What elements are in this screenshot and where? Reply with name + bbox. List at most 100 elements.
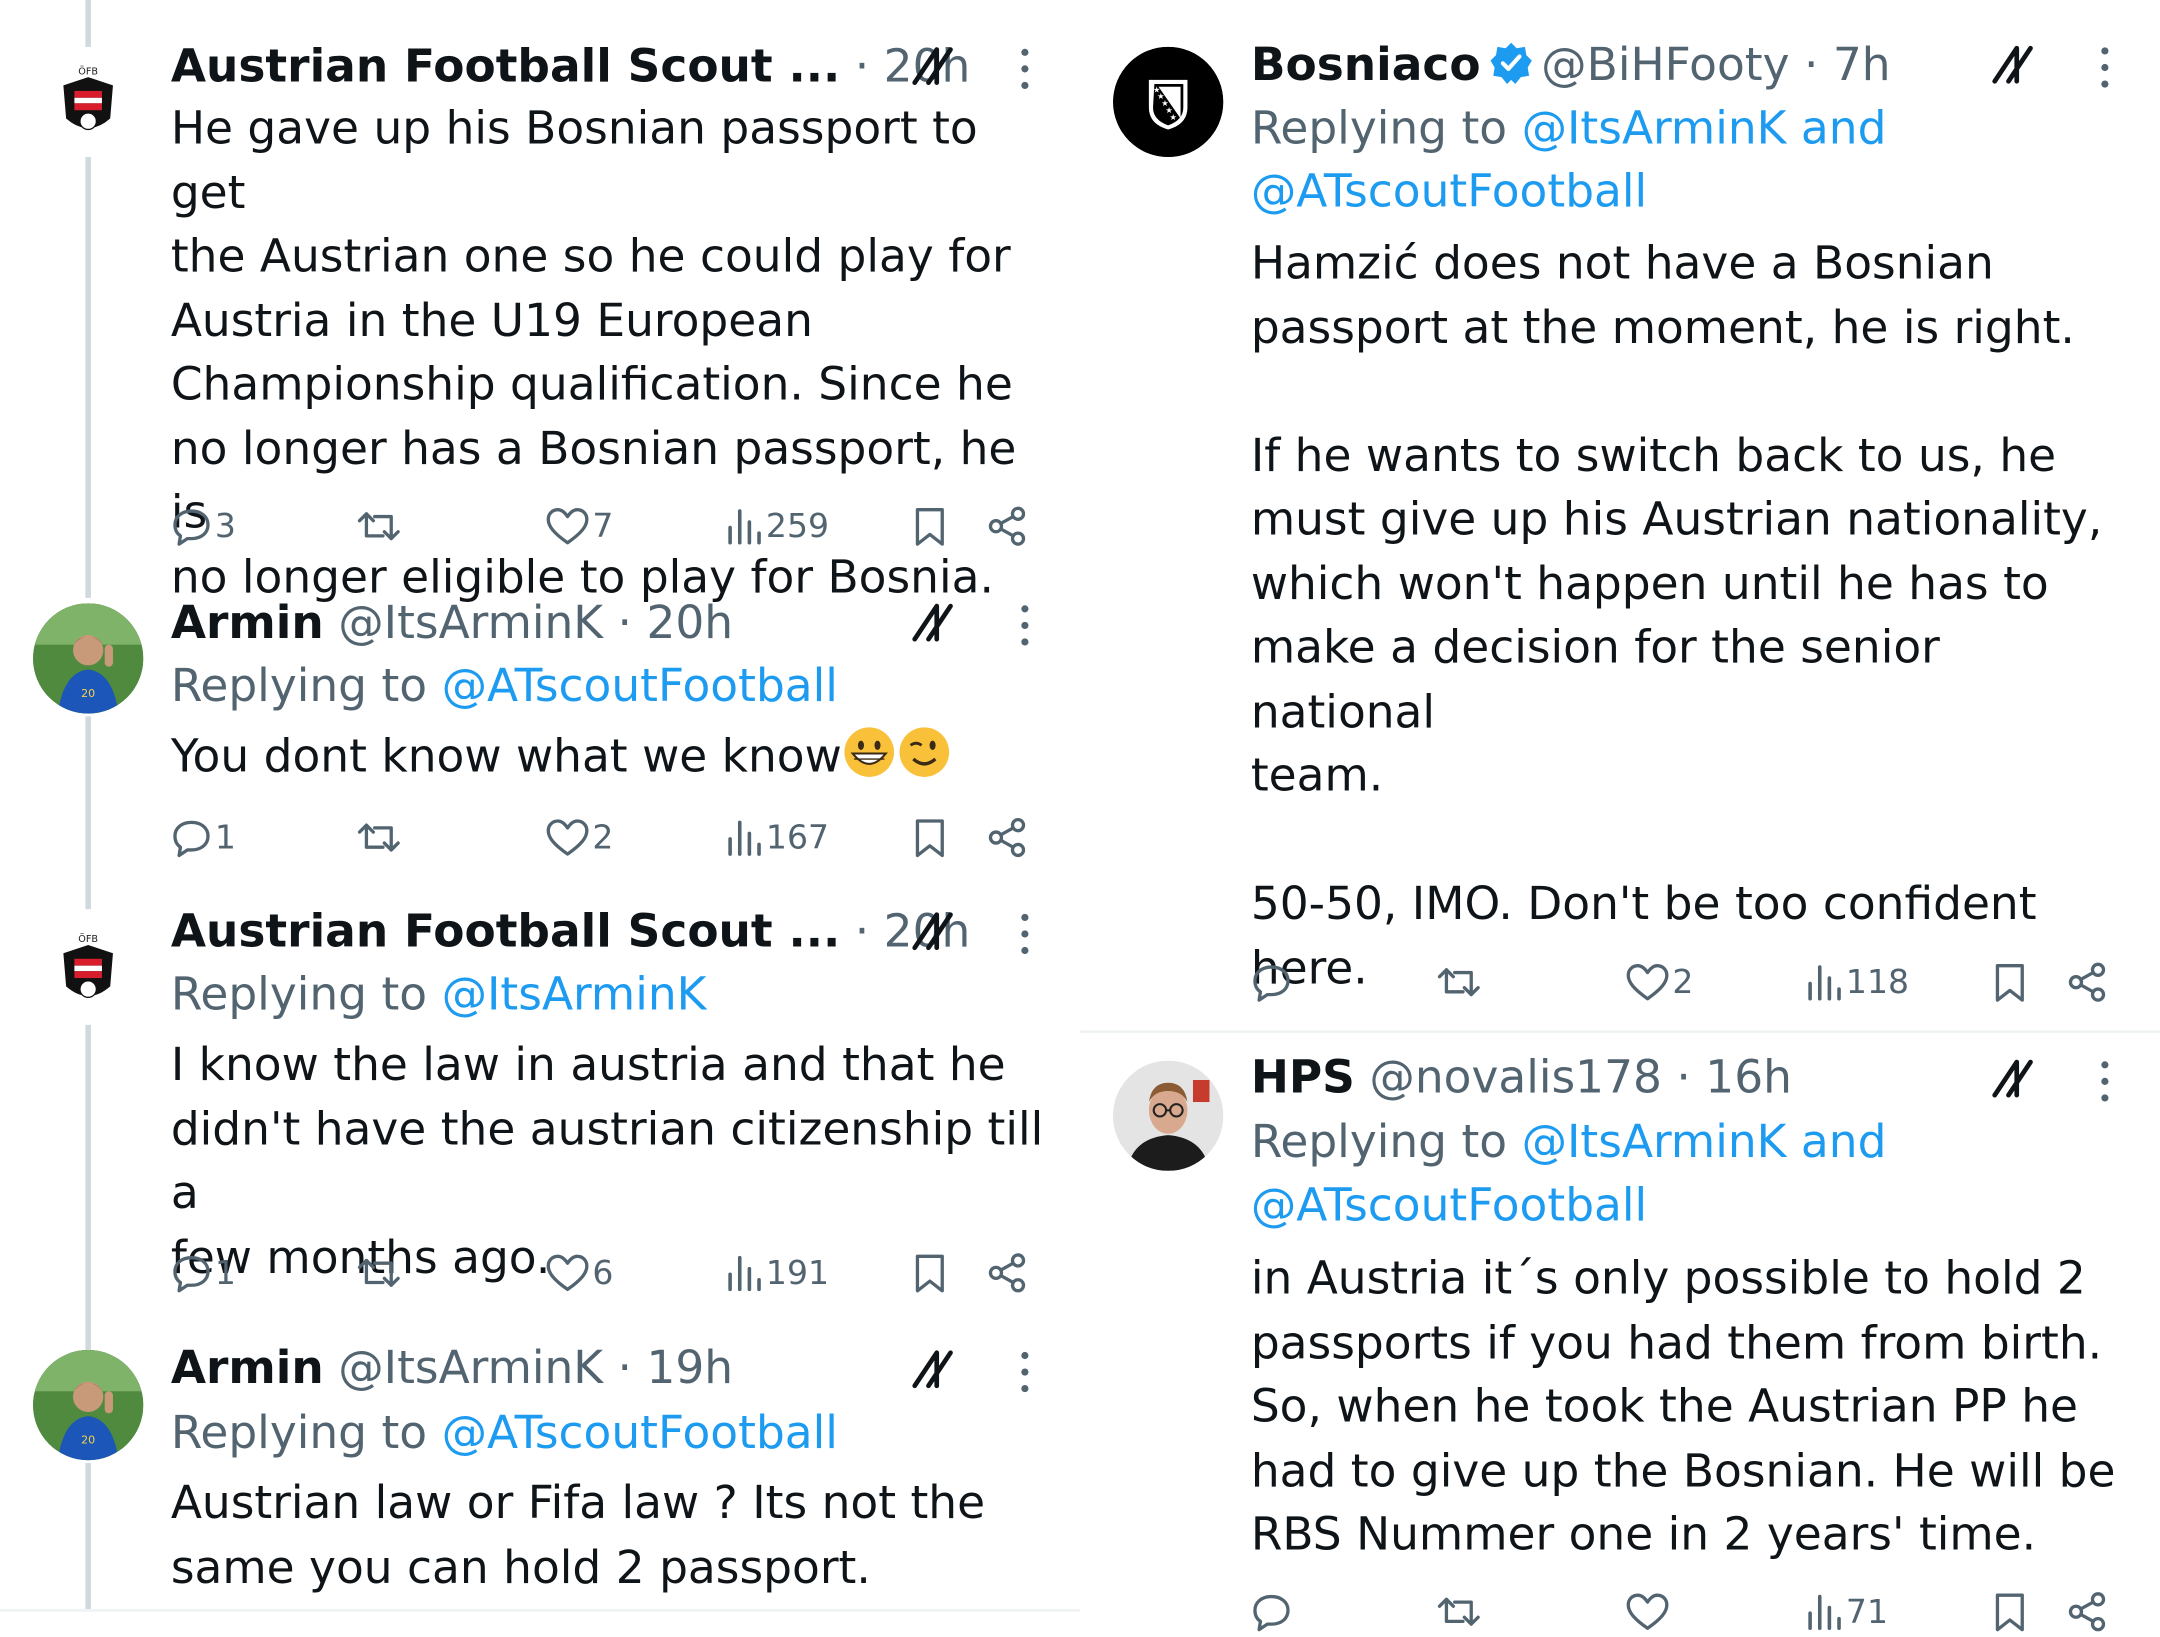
tweet-header: Austrian Football Scout ... · 20h	[171, 39, 970, 94]
bookmark-button[interactable]	[1992, 957, 2028, 1007]
grok-icon[interactable]	[909, 906, 956, 953]
reply-button[interactable]: 3	[171, 501, 236, 551]
tweet-meta: @ItsArminK · 20h	[338, 595, 734, 649]
replying-to: Replying to @ItsArminK and @ATscoutFootb…	[1251, 96, 2133, 223]
replying-to-label: Replying to	[170, 967, 442, 1021]
share-button[interactable]	[986, 501, 1027, 551]
bookmark-button[interactable]	[912, 1248, 948, 1298]
more-options-icon[interactable]	[1018, 45, 1032, 92]
views-button[interactable]: 71	[1805, 1587, 1888, 1637]
mention-link[interactable]: @ItsArminK	[442, 967, 707, 1021]
tweet-text-line: same you can hold 2 passport.	[170, 1539, 871, 1594]
retweet-button[interactable]	[355, 813, 402, 863]
tweet-text-line: Austria in the U19 European	[170, 292, 813, 347]
reply-button[interactable]: 1	[171, 1248, 236, 1298]
action-bar: 1 2 167	[171, 813, 1039, 863]
oefb-crest-icon[interactable]: ÖFB	[33, 914, 144, 1025]
retweet-button[interactable]	[1435, 957, 1482, 1007]
tweet-header: Armin @ItsArminK · 19h	[171, 1340, 733, 1395]
like-button[interactable]	[1626, 1587, 1673, 1637]
views-button[interactable]: 191	[725, 1248, 829, 1298]
grok-icon[interactable]	[1989, 1054, 2036, 1101]
display-name[interactable]: Armin	[171, 1340, 324, 1394]
retweet-button[interactable]	[355, 1248, 402, 1298]
retweet-button[interactable]	[1435, 1587, 1482, 1637]
player-photo-avatar[interactable]: 20	[33, 603, 144, 714]
mention-link[interactable]: @ATscoutFootball	[442, 1405, 838, 1459]
reply-count: 1	[214, 1253, 236, 1293]
tweet[interactable]: ÖFB Austrian Football Scout ... · 20h	[0, 895, 1080, 1336]
tweet-text-line: Hamzić does not have a Bosnian	[1250, 235, 1994, 290]
man-with-glasses-avatar[interactable]	[1113, 1060, 1224, 1171]
more-options-icon[interactable]	[1018, 911, 1032, 958]
display-name[interactable]: Austrian Football Scout ...	[171, 904, 840, 958]
display-name[interactable]: Armin	[171, 595, 324, 649]
mention-link[interactable]: @ATscoutFootball	[1251, 1174, 2133, 1237]
mention-link[interactable]: @ItsArminK and	[1522, 101, 1887, 155]
bookmark-icon	[915, 508, 944, 546]
like-button[interactable]: 6	[546, 1248, 613, 1298]
tweet-header: Armin @ItsArminK · 20h	[171, 595, 733, 650]
reply-button[interactable]: 1	[171, 813, 236, 863]
more-options-icon[interactable]	[2098, 44, 2112, 91]
retweet-button[interactable]	[355, 501, 402, 551]
grok-icon[interactable]	[909, 598, 956, 645]
more-options-icon[interactable]	[1018, 602, 1032, 649]
tweet-text-line: the Austrian one so he could play for	[170, 228, 1011, 283]
like-count: 2	[1672, 962, 1694, 1002]
like-button[interactable]: 2	[546, 813, 613, 863]
action-bar: 2 118	[1251, 957, 2119, 1007]
grok-icon[interactable]	[909, 41, 956, 88]
view-count: 259	[765, 506, 830, 546]
display-name[interactable]: Bosniaco	[1251, 37, 1481, 91]
views-button[interactable]: 167	[725, 813, 829, 863]
more-options-icon[interactable]	[2098, 1058, 2112, 1105]
tweet[interactable]: HPS @novalis178 · 16h Replying to @ItsAr…	[1080, 1033, 2160, 1635]
share-button[interactable]	[986, 1248, 1027, 1298]
heart-icon	[1626, 1593, 1669, 1630]
mention-link[interactable]: @ATscoutFootball	[1251, 160, 2133, 223]
share-button[interactable]	[2066, 1587, 2107, 1637]
tweet-text-line: passports if you had them from birth.	[1250, 1314, 2103, 1369]
grok-icon[interactable]	[1989, 40, 2036, 87]
views-icon	[728, 509, 761, 545]
mention-link[interactable]: @ATscoutFootball	[442, 658, 838, 712]
mention-link[interactable]: @ItsArminK and	[1522, 1114, 1887, 1168]
bookmark-button[interactable]	[1992, 1587, 2028, 1637]
replying-to: Replying to @ATscoutFootball	[171, 1401, 838, 1464]
bookmark-button[interactable]	[912, 501, 948, 551]
views-button[interactable]: 259	[725, 501, 829, 551]
player-photo-avatar[interactable]: 20	[33, 1349, 144, 1461]
tweet-text-line: Austrian law or Fifa law ? Its not the	[170, 1475, 986, 1530]
share-button[interactable]	[2066, 957, 2107, 1007]
display-name[interactable]: HPS	[1251, 1050, 1355, 1104]
like-button[interactable]: 2	[1626, 957, 1694, 1007]
views-icon	[1808, 1594, 1841, 1631]
svg-text:ÖFB: ÖFB	[78, 64, 98, 77]
bookmark-button[interactable]	[912, 813, 948, 863]
oefb-crest-icon[interactable]: ÖFB	[33, 46, 144, 158]
grok-icon[interactable]	[909, 1344, 956, 1391]
tweet-header: HPS @novalis178 · 16h	[1251, 1050, 1792, 1105]
tweet[interactable]: ÖFB Austrian Football Scout ... · 20h	[0, 0, 1080, 603]
tweet-meta: @ItsArminK · 19h	[338, 1340, 734, 1395]
reply-button[interactable]	[1251, 957, 1295, 1007]
share-button[interactable]	[986, 813, 1027, 863]
verified-badge-icon[interactable]	[1489, 41, 1533, 85]
tweet[interactable]: ★ ★ ★ ★ ★ Bosniaco @BiHFooty · 7h Replying to…	[1080, 0, 2160, 1030]
tweet[interactable]: 20 Armin @ItsArminK · 19h Replying to @A…	[0, 1336, 1080, 1612]
like-button[interactable]: 7	[546, 501, 613, 551]
more-options-icon[interactable]	[1018, 1349, 1032, 1396]
grinning-face-emoji	[844, 727, 895, 777]
views-button[interactable]: 118	[1805, 957, 1909, 1007]
tweet-text-line: didn't have the austrian citizenship til…	[170, 1101, 1044, 1220]
tweet-text-line: must give up his Austrian nationality,	[1250, 491, 2103, 546]
bosnia-shield-icon[interactable]: ★ ★ ★ ★ ★	[1113, 46, 1224, 158]
tweet-text: Austrian law or Fifa law ? Its not the s…	[171, 1471, 1053, 1599]
heart-icon	[546, 819, 589, 856]
tweet[interactable]: 20 Armin @ItsArminK · 20h Replying to @A…	[0, 579, 1080, 896]
display-name[interactable]: Austrian Football Scout ...	[171, 39, 840, 93]
reply-button[interactable]	[1251, 1587, 1295, 1637]
tweet-text-line: passport at the moment, he is right.	[1250, 299, 2075, 354]
share-icon	[988, 1253, 1026, 1293]
